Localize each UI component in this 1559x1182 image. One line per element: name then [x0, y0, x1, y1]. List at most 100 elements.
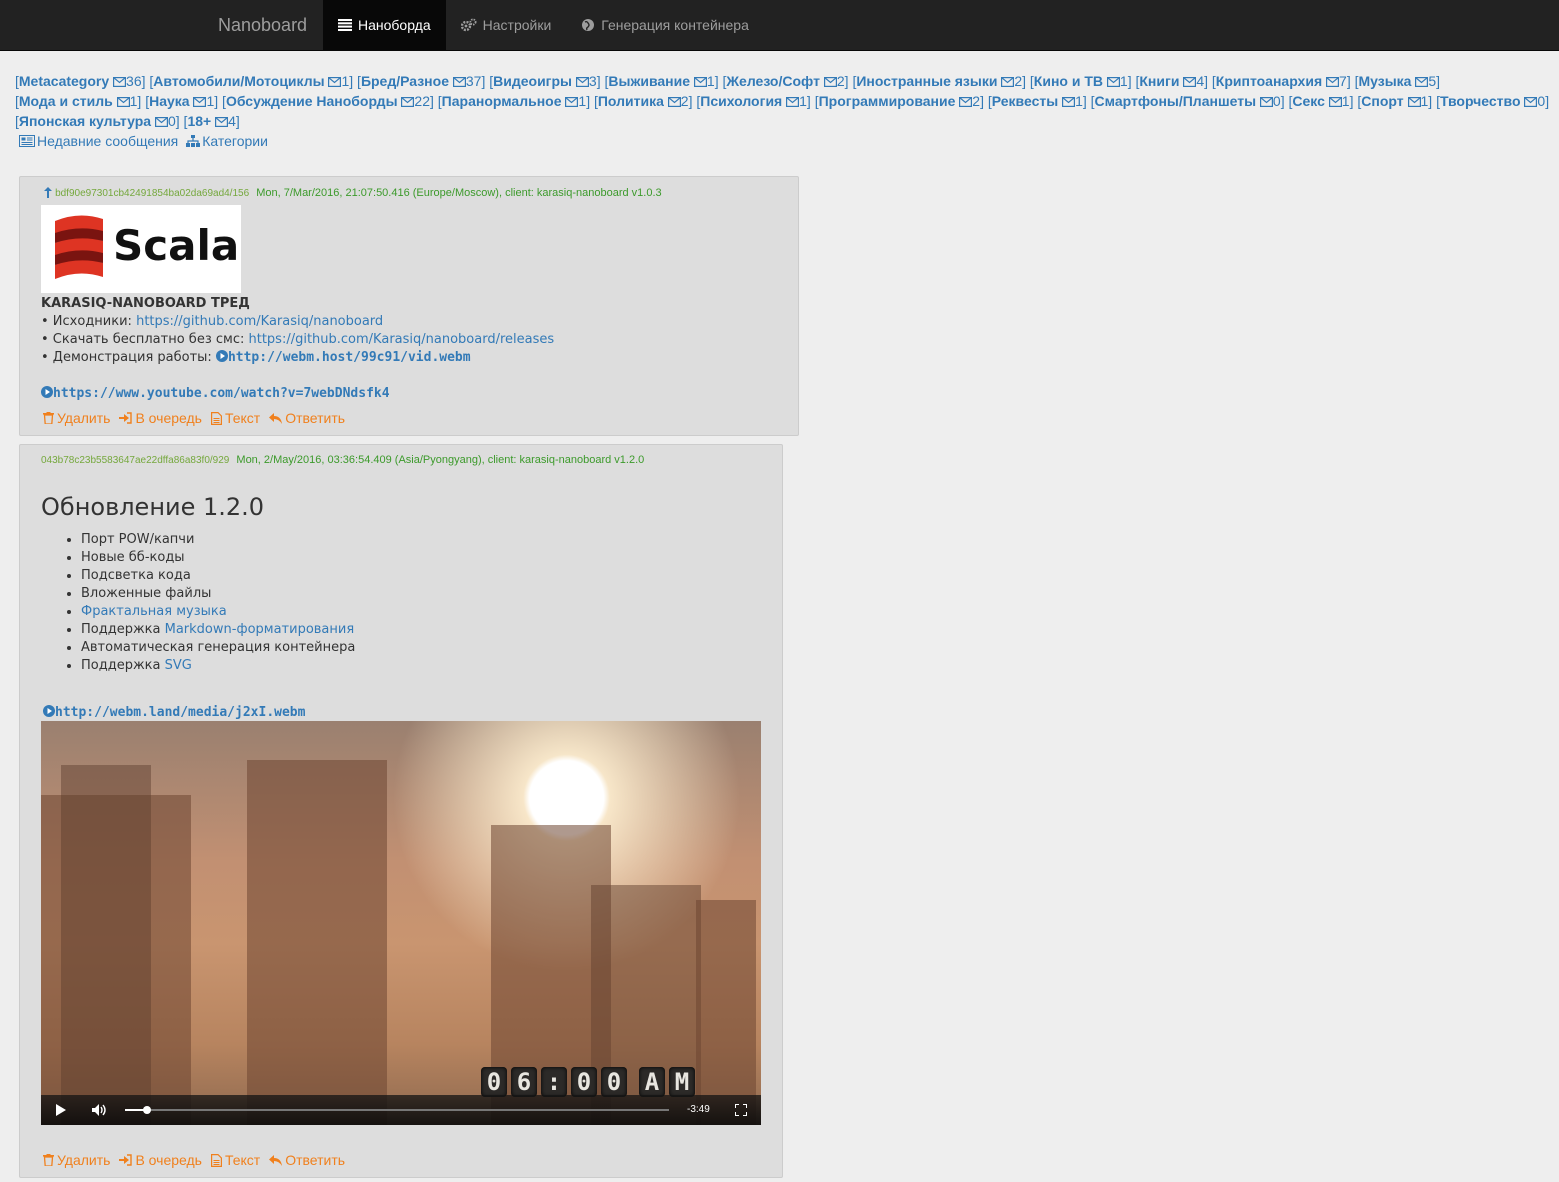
category-link[interactable]: [Бред/Разное 37]: [357, 73, 485, 89]
fullscreen-icon[interactable]: [735, 1104, 747, 1116]
reply-icon: [269, 1154, 283, 1166]
nav-tab-container-generation[interactable]: Генерация контейнера: [566, 0, 764, 50]
feature-text: Подсветка кода: [81, 568, 191, 583]
feature-link[interactable]: Markdown-форматирования: [165, 622, 355, 637]
category-link[interactable]: [Иностранные языки 2]: [852, 73, 1026, 89]
category-count: 4: [1196, 73, 1205, 89]
play-circle-icon: [43, 705, 55, 717]
category-link[interactable]: [Музыка 5]: [1355, 73, 1440, 89]
category-name: Музыка: [1358, 73, 1412, 89]
queue-label: В очередь: [135, 410, 202, 426]
reply-label: Ответить: [285, 410, 346, 426]
video-time-remaining: -3:49: [687, 1104, 710, 1115]
envelope-icon: [452, 77, 466, 87]
category-count: 0: [167, 113, 176, 129]
category-link[interactable]: [Наука 1]: [145, 93, 218, 109]
post-header: bdf90e97301cb42491854ba02da69ad4/156 Mon…: [44, 186, 662, 201]
category-count: 1: [206, 93, 215, 109]
webm-video-link[interactable]: http://webm.land/media/j2xI.webm: [55, 705, 305, 720]
play-icon[interactable]: [55, 1104, 67, 1116]
category-link[interactable]: [Спорт 1]: [1357, 93, 1432, 109]
sub-links: Недавние сообщения Категории: [19, 131, 268, 151]
seek-bar[interactable]: [125, 1106, 669, 1114]
feature-item: Порт POW/капчи: [81, 531, 355, 549]
text-button[interactable]: Текст: [210, 409, 260, 427]
category-link[interactable]: [Японская культура 0]: [15, 113, 180, 129]
envelope-icon: [1183, 77, 1197, 87]
envelope-icon: [1001, 77, 1015, 87]
feature-link[interactable]: Фрактальная музыка: [81, 604, 227, 619]
category-count: 4: [228, 113, 236, 129]
post-hash[interactable]: 043b78c23b5583647ae22dffa86a83f0/929: [41, 455, 229, 466]
envelope-icon: [328, 77, 342, 87]
nav-tab-nanoboard[interactable]: Нанoборда: [323, 0, 446, 50]
category-link[interactable]: [Железо/Софт 2]: [723, 73, 849, 89]
category-count: 1: [1420, 93, 1429, 109]
reply-button[interactable]: Ответить: [269, 409, 345, 427]
level-up-icon[interactable]: [44, 187, 52, 198]
feature-link[interactable]: SVG: [165, 658, 192, 673]
envelope-icon: [1407, 97, 1421, 107]
category-link[interactable]: [Реквесты 1]: [988, 93, 1087, 109]
envelope-icon: [1328, 97, 1342, 107]
feature-list: Порт POW/капчи Новые бб-коды Подсветка код…: [41, 531, 355, 675]
reply-button[interactable]: Ответить: [269, 1151, 345, 1169]
category-name: Выживание: [608, 73, 691, 89]
video-player[interactable]: 06:00AM -3:49: [41, 721, 761, 1125]
category-link[interactable]: [Видеоигры 3]: [489, 73, 600, 89]
category-link[interactable]: [Смартфоны/Планшеты 0]: [1091, 93, 1285, 109]
post-hash[interactable]: bdf90e97301cb42491854ba02da69ad4/156: [55, 188, 249, 199]
delete-button[interactable]: Удалить: [43, 409, 110, 427]
category-link[interactable]: [Криптоанархия 7]: [1212, 73, 1351, 89]
scala-logo-text: Scala: [113, 221, 240, 270]
delete-button[interactable]: Удалить: [43, 1151, 110, 1169]
sign-in-icon: [119, 412, 133, 424]
category-link[interactable]: [Обсуждение Наноборды 22]: [222, 93, 434, 109]
category-link[interactable]: [Мода и стиль 1]: [15, 93, 141, 109]
volume-icon[interactable]: [92, 1104, 108, 1116]
youtube-link[interactable]: https://www.youtube.com/watch?v=7webDNds…: [53, 386, 390, 401]
line-label: • Демонстрация работы:: [41, 350, 216, 365]
category-link[interactable]: [Автомобили/Мотоциклы 1]: [149, 73, 353, 89]
feature-item: Новые бб-коды: [81, 549, 355, 567]
releases-link[interactable]: https://github.com/Karasiq/nanoboard/rel…: [248, 332, 554, 347]
category-name: Секс: [1292, 93, 1325, 109]
queue-button[interactable]: В очередь: [119, 1151, 202, 1169]
feature-text: Порт POW/капчи: [81, 532, 195, 547]
sources-link[interactable]: https://github.com/Karasiq/nanoboard: [136, 314, 383, 329]
category-count: 1: [1341, 93, 1350, 109]
category-count: 7: [1339, 73, 1347, 89]
post-line-download: • Скачать бесплатно без смс: https://git…: [41, 331, 781, 349]
category-name: Паранормальное: [441, 93, 562, 109]
category-count: 5: [1428, 73, 1437, 89]
nav-tab-settings[interactable]: Настройки: [446, 0, 567, 50]
feature-item: Поддержка Markdown-форматирования: [81, 621, 355, 639]
category-link[interactable]: [Паранормальное 1]: [438, 93, 590, 109]
demo-video-link[interactable]: http://webm.host/99c91/vid.webm: [228, 350, 471, 365]
delete-label: Удалить: [57, 1152, 111, 1168]
brand-link[interactable]: Nanoboard: [218, 0, 307, 50]
category-link[interactable]: [Политика 2]: [594, 93, 693, 109]
recent-messages-label: Недавние сообщения: [37, 133, 179, 149]
category-link[interactable]: [Выживание 1]: [604, 73, 718, 89]
category-link[interactable]: [Metacategory 36]: [15, 73, 146, 89]
recent-messages-link[interactable]: Недавние сообщения: [19, 131, 178, 151]
category-link[interactable]: [18+ 4]: [184, 113, 240, 129]
envelope-icon: [565, 97, 579, 107]
building-shape: [61, 765, 151, 1125]
queue-button[interactable]: В очередь: [119, 409, 202, 427]
clock-digit: 6: [511, 1067, 537, 1097]
globe-icon: [582, 19, 595, 31]
category-link[interactable]: [Психология 1]: [696, 93, 810, 109]
feature-item: Автоматическая генерация контейнера: [81, 639, 355, 657]
nav-menu: Нанoборда Настройки Генерация контейнера: [323, 0, 764, 50]
category-link[interactable]: [Кино и ТВ 1]: [1030, 73, 1132, 89]
category-link[interactable]: [Творчество 0]: [1436, 93, 1549, 109]
clock-digit: M: [669, 1067, 695, 1097]
category-link[interactable]: [Программирование 2]: [815, 93, 984, 109]
text-button[interactable]: Текст: [210, 1151, 260, 1169]
seek-bar-handle[interactable]: [142, 1106, 151, 1114]
category-link[interactable]: [Книги 4]: [1135, 73, 1208, 89]
category-link[interactable]: [Секс 1]: [1289, 93, 1354, 109]
categories-link[interactable]: Категории: [186, 131, 268, 151]
